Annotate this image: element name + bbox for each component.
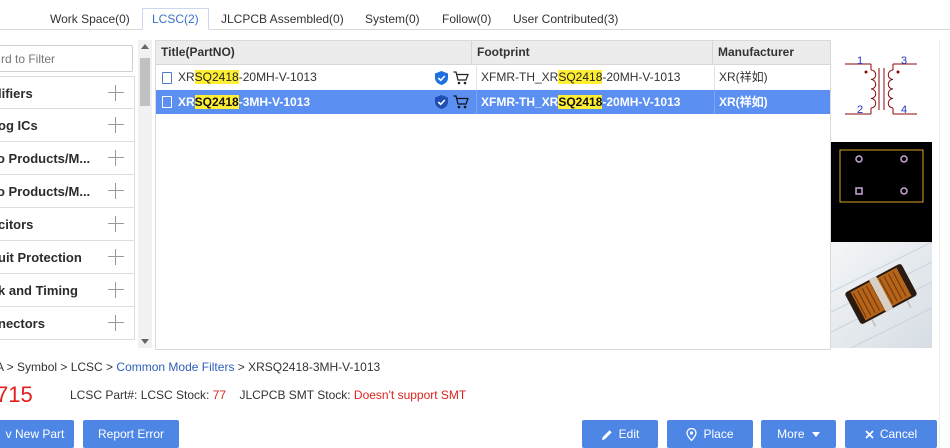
component-photo-graphic (830, 241, 933, 349)
category-item[interactable]: og ICs (0, 109, 135, 142)
category-label: o Products/M... (0, 151, 91, 166)
more-label: More (777, 427, 805, 441)
category-filter-input[interactable] (0, 45, 133, 72)
expand-plus-icon[interactable] (108, 117, 124, 133)
category-item[interactable]: k and Timing (0, 274, 135, 307)
scroll-up-arrow-icon[interactable] (141, 44, 149, 49)
category-item[interactable]: uit Protection (0, 241, 135, 274)
tab-jlcpcb-assembled[interactable]: JLCPCB Assembled(0) (212, 8, 353, 30)
transformer-symbol-graphic: 1 2 3 4 (845, 55, 917, 116)
jlcpcb-smt-value: Doesn't support SMT (353, 388, 467, 402)
library-tabs: Work Space(0) LCSC(2) JLCPCB Assembled(0… (0, 0, 950, 36)
column-header-footprint[interactable]: Footprint (472, 41, 713, 65)
symbol-preview[interactable]: 1 2 3 4 (831, 40, 932, 142)
breadcrumb-current: > XRSQ2418-3MH-V-1013 (234, 360, 381, 374)
chip-icon (162, 72, 172, 84)
category-label: o Products/M... (0, 184, 91, 199)
close-icon (865, 430, 874, 439)
category-item[interactable]: o Products/M... (0, 175, 135, 208)
pencil-icon (601, 430, 612, 440)
part-title: XRSQ2418-20MH-V-1013 (178, 70, 317, 84)
location-pin-icon (686, 428, 698, 442)
category-label: nectors (0, 316, 45, 331)
component-photo[interactable] (830, 241, 933, 349)
verified-shield-icon (435, 95, 448, 109)
table-row[interactable]: XRSQ2418-20MH-V-1013 XFMR-TH_XRSQ2418-20… (156, 66, 830, 90)
column-header-title[interactable]: Title(PartNO) (156, 41, 472, 65)
part-manufacturer: XR(祥如) (714, 66, 768, 90)
right-scrollbar[interactable] (939, 40, 947, 448)
new-part-button[interactable]: v New Part (0, 420, 74, 448)
category-panel: lifiers og ICs o Products/M... o Product… (0, 40, 152, 348)
tab-user-contributed[interactable]: User Contributed(3) (504, 8, 627, 30)
pin-number: 2 (857, 104, 863, 116)
category-item[interactable]: o Products/M... (0, 142, 135, 175)
stock-info: LCSC Part#: LCSC Stock: 77 JLCPCB SMT St… (70, 388, 466, 402)
verified-shield-icon (435, 71, 448, 85)
more-button[interactable]: More (761, 420, 836, 448)
breadcrumb-link-category[interactable]: Common Mode Filters (116, 360, 234, 374)
edit-button[interactable]: Edit (582, 420, 658, 448)
cart-icon[interactable] (453, 95, 469, 109)
footprint-graphic (839, 149, 924, 203)
results-table: Title(PartNO) Footprint Manufacturer XRS… (155, 40, 831, 350)
part-title: XRSQ2418-3MH-V-1013 (178, 95, 311, 109)
tab-follow[interactable]: Follow(0) (433, 8, 500, 30)
pin-number: 1 (857, 55, 863, 67)
cancel-button[interactable]: Cancel (845, 420, 937, 448)
category-scrollbar[interactable] (138, 40, 152, 348)
report-error-label: Report Error (97, 427, 165, 441)
edit-label: Edit (618, 427, 640, 441)
chevron-down-icon (811, 432, 820, 438)
place-label: Place (703, 427, 734, 441)
pin-number: 3 (901, 55, 907, 67)
part-manufacturer: XR(祥如) (714, 90, 768, 114)
expand-plus-icon[interactable] (108, 150, 124, 166)
category-list: lifiers og ICs o Products/M... o Product… (0, 76, 135, 340)
chip-icon (162, 96, 172, 108)
breadcrumb: A > Symbol > LCSC > Common Mode Filters … (0, 360, 380, 374)
expand-plus-icon[interactable] (108, 183, 124, 199)
footprint-preview[interactable] (831, 142, 932, 242)
category-item[interactable]: lifiers (0, 76, 135, 109)
cart-icon[interactable] (453, 71, 469, 85)
table-header: Title(PartNO) Footprint Manufacturer (156, 41, 830, 65)
lcsc-stock-value: 77 (212, 388, 227, 402)
category-label: lifiers (0, 86, 33, 101)
category-item[interactable]: citors (0, 208, 135, 241)
new-part-label: v New Part (5, 427, 65, 441)
scroll-down-arrow-icon[interactable] (141, 339, 149, 344)
expand-plus-icon[interactable] (108, 85, 124, 101)
price-display: 715 (0, 382, 33, 407)
expand-plus-icon[interactable] (108, 216, 124, 232)
lcsc-part-label: LCSC Part#: LCSC Stock: (70, 388, 210, 402)
breadcrumb-path: A > Symbol > LCSC > (0, 360, 117, 374)
jlcpcb-smt-label: JLCPCB SMT Stock: (239, 388, 351, 402)
category-label: uit Protection (0, 250, 82, 265)
scrollbar-thumb[interactable] (140, 58, 150, 106)
category-label: citors (0, 217, 34, 232)
place-button[interactable]: Place (667, 420, 753, 448)
tab-system[interactable]: System(0) (356, 8, 429, 30)
expand-plus-icon[interactable] (108, 249, 124, 265)
expand-plus-icon[interactable] (108, 282, 124, 298)
column-header-manufacturer[interactable]: Manufacturer (713, 41, 830, 65)
category-label: k and Timing (0, 283, 78, 298)
part-footprint: XFMR-TH_XRSQ2418-20MH-V-1013 (476, 66, 680, 90)
tab-lcsc[interactable]: LCSC(2) (142, 8, 209, 30)
report-error-button[interactable]: Report Error (83, 420, 179, 448)
pin-number: 4 (901, 104, 907, 116)
table-row-selected[interactable]: XRSQ2418-3MH-V-1013 XFMR-TH_XRSQ2418-20M… (156, 90, 830, 114)
tab-work-space[interactable]: Work Space(0) (41, 8, 139, 30)
part-footprint: XFMR-TH_XRSQ2418-20MH-V-1013 (476, 90, 680, 114)
category-item[interactable]: nectors (0, 307, 135, 340)
expand-plus-icon[interactable] (108, 315, 124, 331)
cancel-label: Cancel (879, 427, 918, 441)
category-label: og ICs (0, 118, 38, 133)
